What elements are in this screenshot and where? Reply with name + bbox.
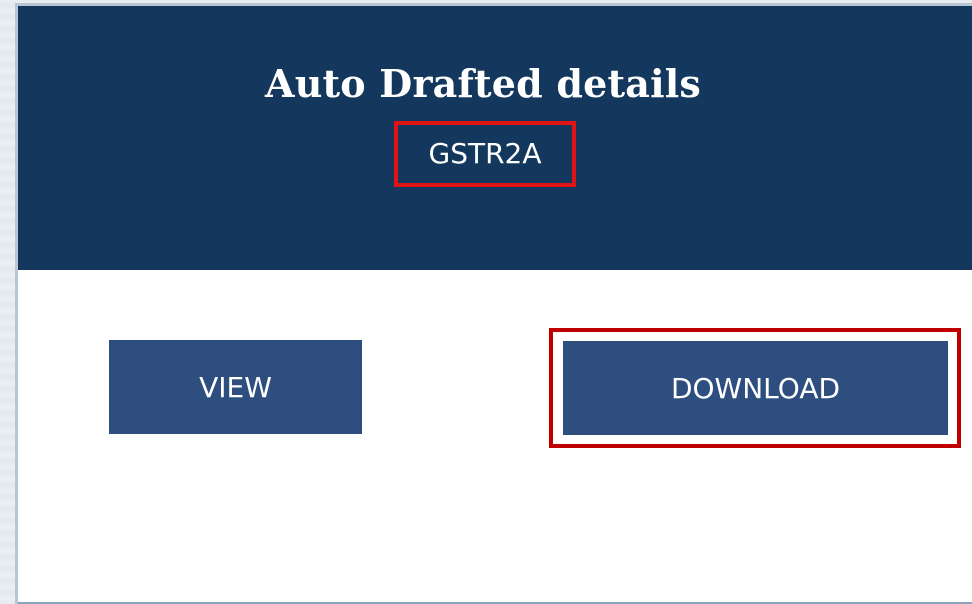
tile-header: Auto Drafted details GSTR2A <box>18 6 972 270</box>
return-type-label: GSTR2A <box>394 121 576 187</box>
auto-drafted-details-tile: Auto Drafted details GSTR2A VIEW DOWNLOA… <box>15 3 972 604</box>
view-button[interactable]: VIEW <box>109 340 362 434</box>
download-button[interactable]: DOWNLOAD <box>562 340 949 436</box>
tile-title: Auto Drafted details <box>265 61 701 106</box>
